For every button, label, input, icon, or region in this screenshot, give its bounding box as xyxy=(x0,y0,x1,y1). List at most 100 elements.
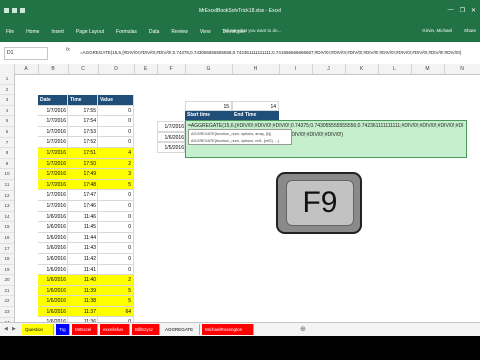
sheet-tab[interactable]: excelisfun xyxy=(100,324,130,335)
row-header[interactable]: 1 xyxy=(0,74,14,85)
row-header[interactable]: 4 xyxy=(0,106,14,117)
cell-value[interactable]: 0 xyxy=(98,116,134,127)
column-header[interactable]: M xyxy=(411,64,445,74)
end-time-header[interactable]: End Time xyxy=(232,111,279,120)
column-header[interactable]: G xyxy=(185,64,233,74)
row-header[interactable]: 20 xyxy=(0,275,14,286)
cell-value[interactable]: 2 xyxy=(98,158,134,170)
column-header[interactable]: B xyxy=(38,64,69,74)
cell-time[interactable]: 11:46 xyxy=(68,211,98,223)
cell-date[interactable]: 1/6/2016 xyxy=(38,232,68,244)
row-header[interactable]: 6 xyxy=(0,127,14,138)
sheet-tab[interactable]: Question xyxy=(22,324,54,335)
cell-value[interactable]: 5 xyxy=(98,285,134,297)
row-header[interactable]: 2 xyxy=(0,85,14,96)
lookup-date[interactable]: 1/5/2016 xyxy=(157,142,185,153)
row-header[interactable]: 8 xyxy=(0,148,14,159)
cell-time[interactable]: 17:53 xyxy=(68,126,98,138)
user-name[interactable]: Girvin, Michael xyxy=(422,28,452,33)
minimize-button[interactable]: — xyxy=(448,7,454,14)
row-header[interactable]: 5 xyxy=(0,116,14,127)
cell-time[interactable]: 17:50 xyxy=(68,158,98,170)
cell-date[interactable]: 1/6/2016 xyxy=(38,306,68,318)
column-header[interactable]: F xyxy=(157,64,186,74)
row-header[interactable]: 16 xyxy=(0,233,14,244)
column-header[interactable]: C xyxy=(68,64,99,74)
header-date[interactable]: Date xyxy=(38,95,68,106)
cell-time[interactable]: 17:52 xyxy=(68,137,98,148)
worksheet-grid[interactable]: A B C D E F G H I J K L M N 1 2 3 4 5 6 … xyxy=(0,64,480,322)
cell-time[interactable]: 17:48 xyxy=(68,179,98,191)
cell-date[interactable]: 1/6/2016 xyxy=(38,296,68,307)
name-box[interactable]: D1 xyxy=(4,47,48,60)
cell-g4[interactable]: 15 xyxy=(185,101,232,111)
cell-date[interactable]: 1/7/2016 xyxy=(38,190,68,201)
cell-date[interactable]: 1/7/2016 xyxy=(38,179,68,191)
cell-date[interactable]: 1/6/2016 xyxy=(38,275,68,286)
cell-time[interactable]: 17:47 xyxy=(68,190,98,201)
cell-value[interactable]: 0 xyxy=(98,137,134,148)
row-header[interactable]: 19 xyxy=(0,265,14,276)
row-header[interactable]: 18 xyxy=(0,254,14,265)
cell-value[interactable]: 0 xyxy=(98,264,134,276)
row-header[interactable]: 10 xyxy=(0,169,14,180)
lookup-date[interactable]: 1/7/2016 xyxy=(157,121,185,132)
cell-date[interactable]: 1/7/2016 xyxy=(38,126,68,138)
cell-value[interactable]: 2 xyxy=(98,275,134,286)
start-time-header[interactable]: Start time xyxy=(185,111,232,120)
sheet-tab[interactable]: BillSzysz xyxy=(132,324,160,335)
sheet-tab[interactable]: MrExcel xyxy=(72,324,98,335)
cell-value[interactable]: 0 xyxy=(98,253,134,265)
cell-date[interactable]: 1/6/2016 xyxy=(38,264,68,276)
column-header[interactable]: L xyxy=(378,64,412,74)
cell-time[interactable]: 11:40 xyxy=(68,275,98,286)
cell-value[interactable]: 0 xyxy=(98,243,134,254)
row-header[interactable]: 15 xyxy=(0,222,14,233)
lookup-date[interactable]: 1/6/2016 xyxy=(157,131,185,143)
cell-value[interactable]: 5 xyxy=(98,179,134,191)
cell-time[interactable]: 17:55 xyxy=(68,105,98,117)
cell-date[interactable]: 1/6/2016 xyxy=(38,285,68,297)
row-header[interactable]: 13 xyxy=(0,201,14,212)
column-header[interactable]: I xyxy=(279,64,313,74)
cell-time[interactable]: 17:54 xyxy=(68,116,98,127)
cell-value[interactable]: 4 xyxy=(98,147,134,159)
cell-value[interactable]: 0 xyxy=(98,232,134,244)
tab-review[interactable]: Review xyxy=(171,29,187,35)
column-header[interactable]: N xyxy=(444,64,480,74)
cell-time[interactable]: 11:39 xyxy=(68,285,98,297)
cell-value[interactable]: 0 xyxy=(98,190,134,201)
fx-icon[interactable]: fx xyxy=(66,47,70,53)
cell-date[interactable]: 1/7/2016 xyxy=(38,158,68,170)
cell-date[interactable]: 1/7/2016 xyxy=(38,105,68,117)
header-value[interactable]: Value xyxy=(98,95,134,106)
tab-view[interactable]: View xyxy=(200,29,211,35)
header-time[interactable]: Time xyxy=(68,95,98,106)
row-header[interactable]: 22 xyxy=(0,296,14,308)
cell-time[interactable]: 17:49 xyxy=(68,169,98,180)
tab-home[interactable]: Home xyxy=(26,29,39,35)
cell-date[interactable]: 1/6/2016 xyxy=(38,211,68,223)
cell-date[interactable]: 1/6/2016 xyxy=(38,253,68,265)
row-header[interactable]: 9 xyxy=(0,159,14,170)
cell-date[interactable]: 1/7/2016 xyxy=(38,116,68,127)
sheet-tab[interactable]: MichaelRosengton xyxy=(202,324,254,335)
column-header[interactable]: J xyxy=(312,64,346,74)
tab-formulas[interactable]: Formulas xyxy=(116,29,137,35)
row-header[interactable]: 12 xyxy=(0,191,14,202)
column-header[interactable]: E xyxy=(134,64,158,74)
column-header[interactable]: K xyxy=(345,64,379,74)
cell-date[interactable]: 1/7/2016 xyxy=(38,147,68,159)
cell-time[interactable]: 11:41 xyxy=(68,264,98,276)
tab-data[interactable]: Data xyxy=(149,29,160,35)
cell-value[interactable]: 0 xyxy=(98,211,134,223)
cell-time[interactable]: 11:45 xyxy=(68,222,98,233)
formula-input[interactable]: =AGGREGATE(15,6,{#DIV/0!;#DIV/0!;#DIV/0!… xyxy=(80,45,475,60)
row-header[interactable]: 7 xyxy=(0,138,14,149)
cell-time[interactable]: 11:38 xyxy=(68,296,98,307)
cell-date[interactable]: 1/7/2016 xyxy=(38,169,68,180)
sheet-tab[interactable]: AGGREGATE xyxy=(162,324,200,335)
next-sheet-icon[interactable]: ▶ xyxy=(12,326,18,333)
cell-time[interactable]: 11:37 xyxy=(68,306,98,318)
select-all-corner[interactable] xyxy=(0,64,15,74)
